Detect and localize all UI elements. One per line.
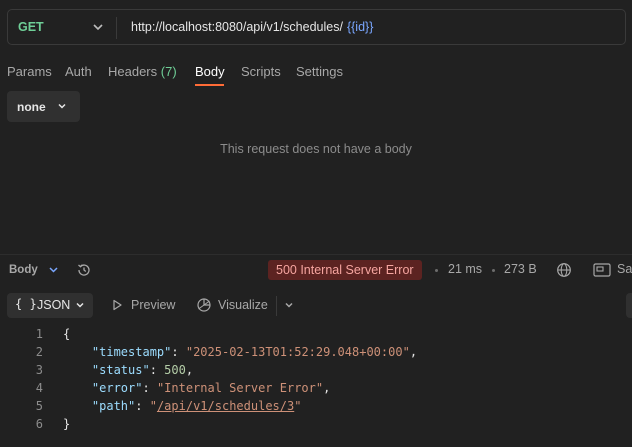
tab-headers-label: Headers: [108, 64, 158, 79]
no-body-message: This request does not have a body: [220, 142, 412, 156]
tab-scripts[interactable]: Scripts: [241, 64, 281, 79]
json-key: "timestamp": [91, 345, 172, 359]
history-icon[interactable]: [76, 262, 92, 278]
close-brace: }: [63, 417, 71, 431]
tab-settings[interactable]: Settings: [296, 64, 343, 79]
line-number: 1: [35, 327, 43, 341]
url-divider: [116, 17, 117, 39]
globe-icon[interactable]: [556, 262, 572, 278]
separator-dot: [492, 269, 495, 272]
tab-auth[interactable]: Auth: [65, 64, 92, 79]
code-line[interactable]: "path": "/api/v1/schedules/3": [63, 399, 302, 413]
format-label: JSON: [37, 298, 71, 312]
chevron-down-icon[interactable]: [48, 264, 59, 275]
response-time[interactable]: 21 ms: [448, 262, 482, 276]
chevron-down-icon: [58, 103, 66, 109]
headers-count: (7): [160, 64, 177, 79]
code-line[interactable]: }: [63, 417, 70, 431]
json-key: "path": [91, 399, 136, 413]
url-text: http://localhost:8080/api/v1/schedules/: [131, 20, 343, 34]
url-bar: GET http://localhost:8080/api/v1/schedul…: [7, 9, 626, 45]
status-badge[interactable]: 500 Internal Server Error: [268, 260, 422, 280]
tab-headers[interactable]: Headers (7): [108, 64, 177, 79]
response-divider[interactable]: [0, 254, 632, 255]
open-brace: {: [63, 327, 71, 341]
code-line[interactable]: "status": 500,: [63, 363, 193, 377]
toolbar-right-button[interactable]: [626, 293, 632, 318]
url-input[interactable]: http://localhost:8080/api/v1/schedules/{…: [131, 20, 373, 34]
save-response-icon[interactable]: [593, 263, 611, 277]
body-type-label: none: [17, 100, 46, 114]
response-body-label[interactable]: Body: [9, 264, 38, 276]
separator-dot: [435, 269, 438, 272]
save-response-label[interactable]: Sa: [617, 262, 632, 276]
json-key: "error": [91, 381, 143, 395]
url-variable: {{id}}: [346, 20, 374, 34]
line-number: 3: [35, 363, 43, 377]
json-path-link[interactable]: /api/v1/schedules/3: [157, 399, 294, 413]
chevron-down-icon[interactable]: [284, 300, 294, 310]
json-key: "status": [91, 363, 150, 377]
chevron-down-icon[interactable]: [92, 21, 104, 33]
method-select[interactable]: GET: [18, 20, 44, 34]
line-number: 6: [35, 417, 43, 431]
visualize-tab[interactable]: Visualize: [218, 298, 268, 312]
response-size[interactable]: 273 B: [504, 262, 537, 276]
preview-tab[interactable]: Preview: [131, 298, 175, 312]
braces-icon: { }: [15, 297, 37, 311]
tab-params[interactable]: Params: [7, 64, 52, 79]
line-number: 2: [35, 345, 43, 359]
active-tab-underline: [195, 84, 224, 86]
play-icon[interactable]: [111, 299, 123, 311]
code-line[interactable]: "error": "Internal Server Error",: [63, 381, 330, 395]
line-number: 5: [35, 399, 43, 413]
code-line[interactable]: {: [63, 327, 70, 341]
chevron-down-icon: [76, 302, 84, 308]
tab-body[interactable]: Body: [195, 64, 225, 79]
code-line[interactable]: "timestamp": "2025-02-13T01:52:29.048+00…: [63, 345, 417, 359]
json-number: 500: [164, 363, 186, 377]
visualize-icon[interactable]: [196, 297, 212, 313]
line-number: 4: [35, 381, 43, 395]
json-string: "2025-02-13T01:52:29.048+00:00": [185, 345, 410, 359]
json-string: "Internal Server Error": [156, 381, 324, 395]
visualize-divider: [276, 296, 277, 316]
json-quote: ": [149, 399, 157, 413]
json-quote: ": [294, 399, 302, 413]
